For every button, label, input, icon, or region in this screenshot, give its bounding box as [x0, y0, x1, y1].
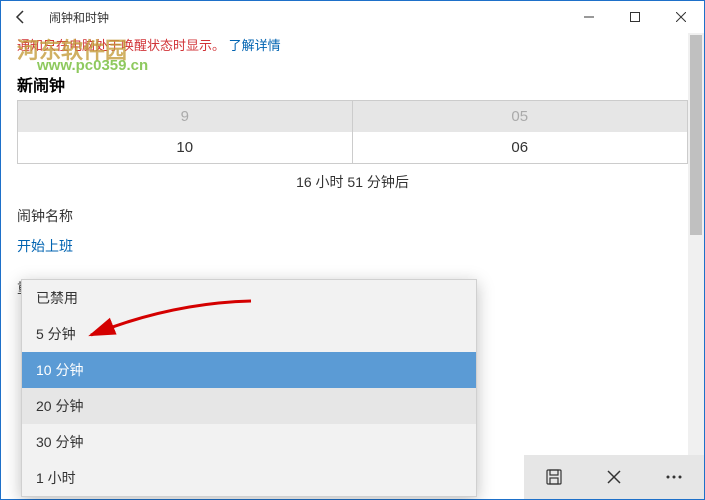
- close-button[interactable]: [658, 1, 704, 33]
- scrollbar[interactable]: [688, 33, 704, 455]
- alarm-name-value[interactable]: 开始上班: [17, 236, 688, 256]
- minimize-button[interactable]: [566, 1, 612, 33]
- cancel-button[interactable]: [594, 457, 634, 497]
- countdown-text: 16 小时 51 分钟后: [17, 172, 688, 192]
- bottom-toolbar: [524, 455, 704, 499]
- time-picker[interactable]: 9 10 05 06: [17, 100, 688, 164]
- dropdown-item[interactable]: 10 分钟: [22, 352, 476, 388]
- learn-more-link[interactable]: 了解详情: [229, 38, 281, 53]
- minute-value[interactable]: 06: [353, 132, 688, 163]
- page-title: 新闹钟: [17, 72, 688, 96]
- hour-value[interactable]: 10: [18, 132, 353, 163]
- dropdown-item[interactable]: 30 分钟: [22, 424, 476, 460]
- dropdown-item[interactable]: 已禁用: [22, 280, 476, 316]
- snooze-dropdown[interactable]: 已禁用5 分钟10 分钟20 分钟30 分钟1 小时: [21, 279, 477, 497]
- save-button[interactable]: [534, 457, 574, 497]
- hour-prev[interactable]: 9: [18, 101, 353, 132]
- notice-bar: 河东软件园 www.pc0359.cn 通知只在电脑处于唤醒状态时显示。 了解详…: [1, 33, 704, 54]
- scrollbar-thumb[interactable]: [690, 35, 702, 235]
- minute-prev[interactable]: 05: [353, 101, 688, 132]
- alarm-name-label: 闹钟名称: [17, 206, 688, 226]
- maximize-button[interactable]: [612, 1, 658, 33]
- more-button[interactable]: [654, 457, 694, 497]
- dropdown-item[interactable]: 5 分钟: [22, 316, 476, 352]
- back-button[interactable]: [1, 1, 41, 33]
- dropdown-item[interactable]: 1 小时: [22, 460, 476, 496]
- notice-text: 通知只在电脑处于唤醒状态时显示。: [17, 38, 225, 53]
- window-title: 闹钟和时钟: [49, 9, 109, 26]
- dropdown-item[interactable]: 20 分钟: [22, 388, 476, 424]
